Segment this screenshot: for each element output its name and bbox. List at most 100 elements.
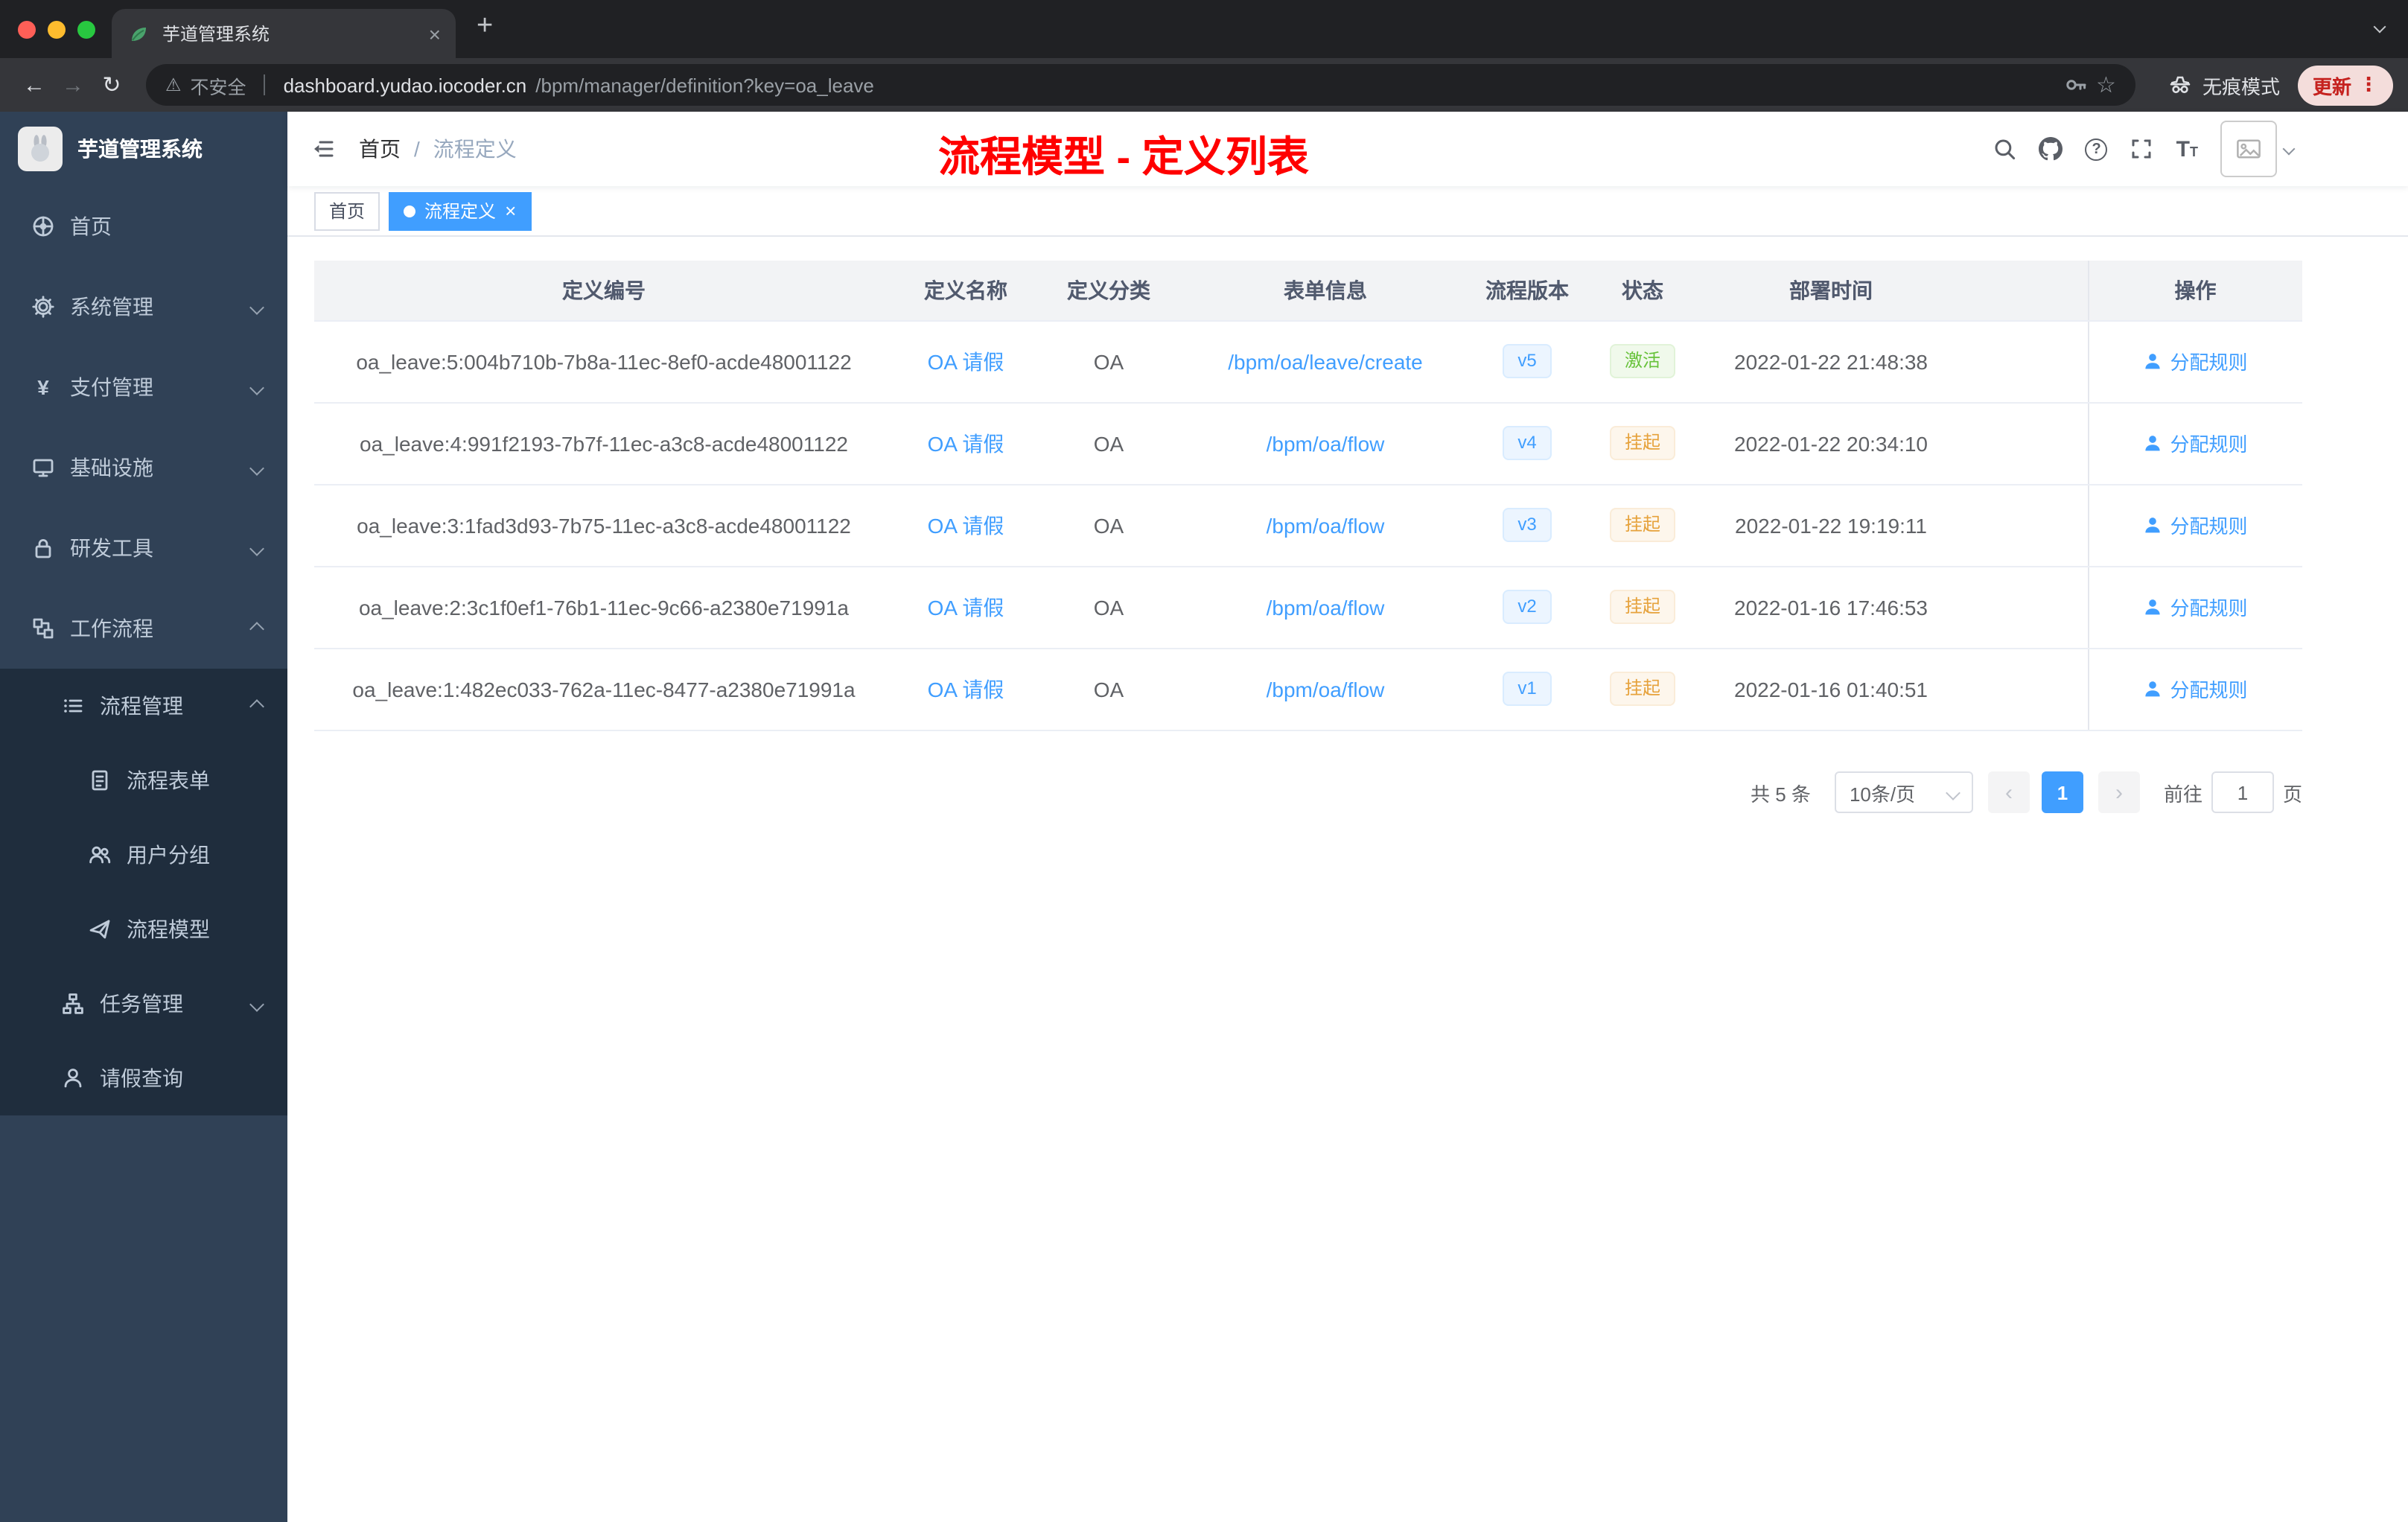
assign-rule-link[interactable]: 分配规则: [2143, 347, 2248, 375]
status-badge: 挂起: [1609, 672, 1675, 706]
font-size-icon[interactable]: TT: [2176, 138, 2198, 160]
breadcrumb-current: 流程定义: [433, 137, 517, 161]
forward-button[interactable]: →: [54, 72, 92, 98]
version-badge: v2: [1503, 590, 1552, 624]
new-tab-button[interactable]: +: [477, 12, 493, 40]
form-info-link[interactable]: /bpm/oa/flow: [1267, 431, 1385, 455]
next-page-button[interactable]: ›: [2098, 771, 2140, 813]
sidebar-item-label: 基础设施: [70, 456, 153, 480]
github-icon[interactable]: [2039, 137, 2063, 161]
update-label: 更新: [2312, 75, 2351, 98]
cell-category: OA: [1038, 484, 1179, 567]
tab-close-icon[interactable]: ×: [429, 23, 441, 44]
help-icon[interactable]: ?: [2085, 138, 2108, 160]
definition-name-link[interactable]: OA 请假: [928, 431, 1004, 455]
definition-table: 定义编号 定义名称 定义分类 表单信息 流程版本 状态 部署时间 操作 oa_l…: [314, 261, 2302, 730]
fullscreen-icon[interactable]: [2130, 137, 2154, 161]
col-status: 状态: [1583, 261, 1702, 321]
col-actions: 操作: [2087, 261, 2302, 321]
tag-close-icon[interactable]: ×: [505, 201, 516, 220]
bookmark-star-icon[interactable]: ☆: [2096, 74, 2116, 96]
form-info-link[interactable]: /bpm/oa/flow: [1267, 513, 1385, 537]
assign-rule-link[interactable]: 分配规则: [2143, 593, 2248, 621]
cell-spacer: [1960, 566, 2088, 649]
tag-process-definition[interactable]: 流程定义 ×: [389, 191, 532, 230]
sidebar-item-infrastructure[interactable]: 基础设施: [0, 427, 287, 508]
breadcrumb-separator: /: [414, 137, 420, 161]
breadcrumb-home[interactable]: 首页: [359, 134, 401, 164]
sidebar-item-user-group[interactable]: 用户分组: [0, 818, 287, 892]
table-row: oa_leave:2:3c1f0ef1-76b1-11ec-9c66-a2380…: [314, 566, 2302, 649]
cell-deploy-time: 2022-01-22 21:48:38: [1702, 320, 1960, 403]
sidebar-item-label: 支付管理: [70, 375, 153, 399]
zoom-window-button[interactable]: [77, 21, 95, 39]
col-definition-category: 定义分类: [1038, 261, 1179, 321]
sidebar-item-home[interactable]: 首页: [0, 186, 287, 267]
sidebar-logo[interactable]: 芋道管理系统: [0, 112, 287, 186]
form-info-link[interactable]: /bpm/oa/flow: [1267, 677, 1385, 701]
address-bar[interactable]: ⚠ 不安全 dashboard.yudao.iocoder.cn/bpm/man…: [146, 64, 2135, 106]
paper-plane-icon: [89, 920, 110, 939]
active-dot: [404, 205, 416, 217]
sidebar-item-label: 任务管理: [100, 992, 183, 1016]
col-definition-id: 定义编号: [314, 261, 894, 321]
workflow-submenu: 流程管理 流程表单 用户分组 流程模型 任务管理 请假查询: [0, 669, 287, 1115]
status-badge: 激活: [1609, 344, 1675, 378]
tag-home[interactable]: 首页: [314, 191, 380, 230]
sidebar-item-system-management[interactable]: 系统管理: [0, 267, 287, 347]
cell-deploy-time: 2022-01-16 01:40:51: [1702, 648, 1960, 730]
definition-name-link[interactable]: OA 请假: [928, 513, 1004, 537]
assign-rule-link[interactable]: 分配规则: [2143, 675, 2248, 703]
sidebar-item-process-model[interactable]: 流程模型: [0, 892, 287, 967]
cell-category: OA: [1038, 320, 1179, 403]
browser-tab[interactable]: 芋道管理系统 ×: [112, 9, 456, 58]
col-deploy-time: 部署时间: [1702, 261, 1960, 321]
prev-page-button[interactable]: ‹: [1987, 771, 2030, 813]
close-window-button[interactable]: [18, 21, 36, 39]
sidebar-item-dev-tools[interactable]: 研发工具: [0, 508, 287, 588]
sidebar-item-payment-management[interactable]: ¥ 支付管理: [0, 347, 287, 427]
definition-name-link[interactable]: OA 请假: [928, 677, 1004, 701]
sidebar-toggle-button[interactable]: [287, 137, 359, 161]
reload-button[interactable]: ↻: [92, 71, 131, 98]
tab-favicon: [132, 27, 146, 40]
omnibox-divider: [264, 74, 266, 95]
sidebar-item-label: 首页: [70, 214, 112, 238]
cell-spacer: [1960, 484, 2088, 567]
url-path: /bpm/manager/definition?key=oa_leave: [535, 74, 874, 96]
cell-category: OA: [1038, 566, 1179, 649]
col-process-version: 流程版本: [1471, 261, 1583, 321]
definition-name-link[interactable]: OA 请假: [928, 595, 1004, 619]
sidebar-item-label: 流程管理: [100, 694, 183, 718]
sidebar-item-leave-query[interactable]: 请假查询: [0, 1041, 287, 1115]
sidebar-item-workflow[interactable]: 工作流程: [0, 588, 287, 669]
current-page-button[interactable]: 1: [2041, 771, 2083, 813]
goto-page-input[interactable]: [2211, 771, 2274, 813]
sidebar-item-process-management[interactable]: 流程管理: [0, 669, 287, 743]
sidebar-item-process-form[interactable]: 流程表单: [0, 743, 287, 818]
browser-update-button[interactable]: 更新 ⋮: [2297, 65, 2393, 105]
cell-definition-id: oa_leave:5:004b710b-7b8a-11ec-8ef0-acde4…: [314, 320, 894, 403]
search-icon[interactable]: [1993, 137, 2017, 161]
page-size-select[interactable]: 10条/页: [1834, 771, 1973, 813]
minimize-window-button[interactable]: [48, 21, 66, 39]
sidebar-item-task-management[interactable]: 任务管理: [0, 967, 287, 1041]
sidebar: 芋道管理系统 首页 系统管理 ¥ 支付管理 基础设施 研发工具 工作流程 流程管…: [0, 112, 287, 1522]
definition-name-link[interactable]: OA 请假: [928, 349, 1004, 373]
back-button[interactable]: ←: [15, 72, 54, 98]
assign-rule-link[interactable]: 分配规则: [2143, 511, 2248, 539]
not-secure-warning-icon: ⚠: [165, 74, 182, 95]
main-content: 定义编号 定义名称 定义分类 表单信息 流程版本 状态 部署时间 操作 oa_l…: [287, 237, 2408, 1522]
navbar-actions: ? TT: [1993, 121, 2408, 177]
chevron-down-icon: [249, 380, 264, 395]
password-key-icon[interactable]: [2063, 73, 2087, 97]
form-info-link[interactable]: /bpm/oa/flow: [1267, 595, 1385, 619]
chevron-down-icon: [2282, 142, 2296, 156]
breadcrumb: 首页 / 流程定义: [359, 134, 517, 164]
tab-search-chevron-icon[interactable]: [2373, 20, 2386, 34]
incognito-icon: [2170, 76, 2191, 94]
user-avatar-menu[interactable]: [2220, 121, 2296, 177]
form-info-link[interactable]: /bpm/oa/leave/create: [1228, 349, 1423, 373]
assign-rule-link[interactable]: 分配规则: [2143, 429, 2248, 457]
pagination: 共 5 条 10条/页 ‹ 1 › 前往 页: [1751, 771, 2302, 813]
